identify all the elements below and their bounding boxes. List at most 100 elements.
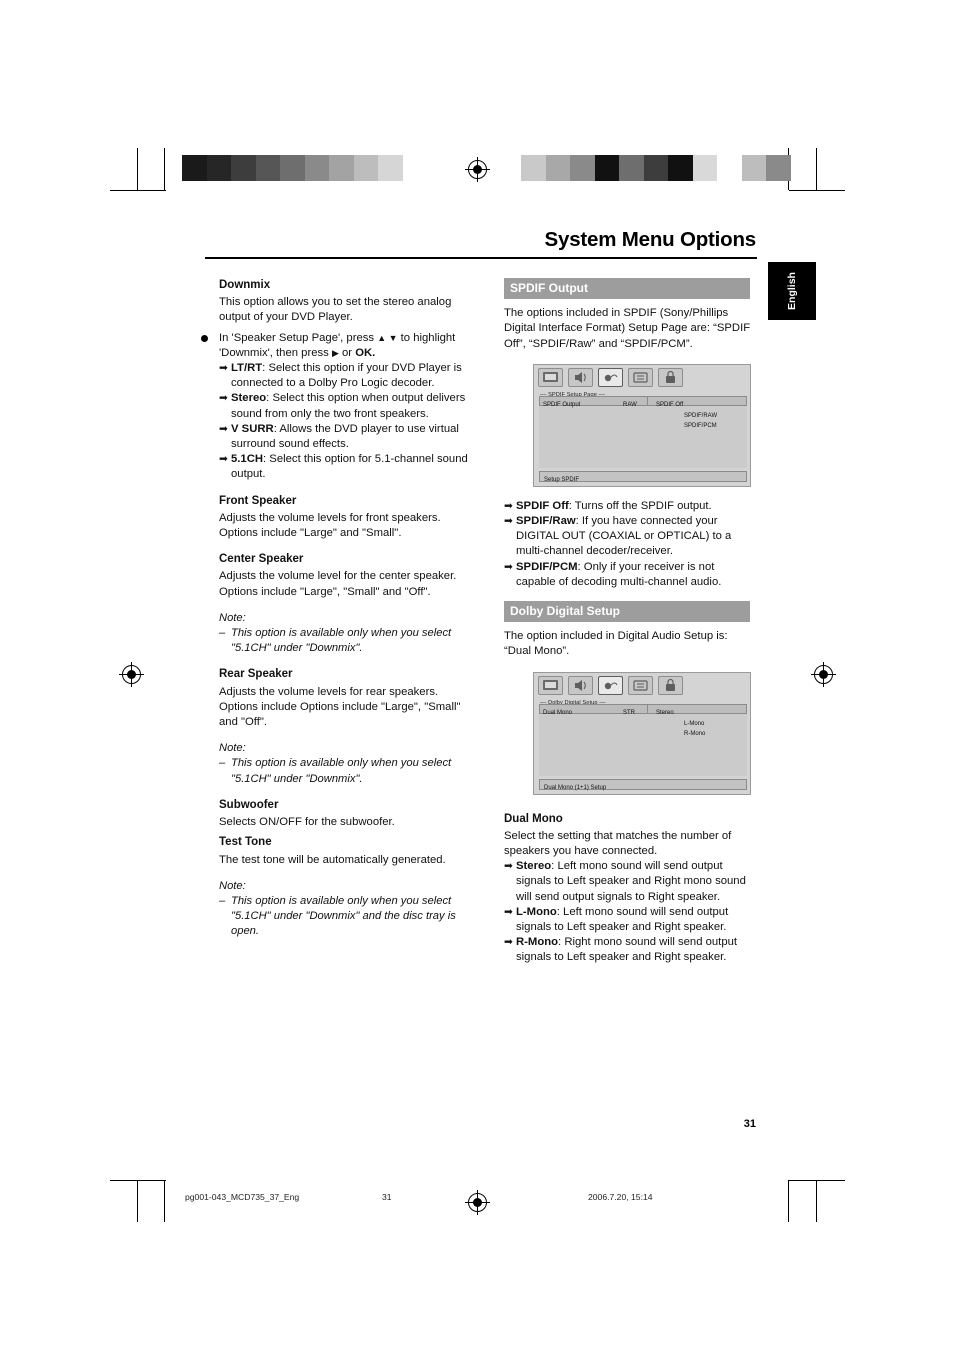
tv-display-icon: [538, 367, 563, 387]
arrow-icon: ➡: [219, 392, 228, 405]
color-swatch: [378, 155, 403, 181]
bullet-dot-icon: [201, 334, 208, 342]
dual-mono-option-stereo-term: Stereo: [516, 860, 552, 873]
note-3-text: – This option is available only when you …: [219, 894, 469, 940]
color-swatch: [570, 155, 595, 181]
dual-mono-option-l-mono: ➡ L-Mono: Left mono sound will send outp…: [504, 905, 756, 935]
downmix-intro: This option allows you to set the stereo…: [219, 296, 452, 324]
color-swatch: [402, 155, 427, 181]
osd-footer-spdif: Setup SPDIF: [539, 470, 747, 483]
color-swatch: [255, 155, 280, 181]
note-2-label: Note:: [219, 742, 246, 755]
note-3-body: This option is available only when you s…: [231, 894, 456, 938]
downmix-option-vsurr: ➡ V SURR: Allows the DVD player to use v…: [219, 422, 469, 452]
registration-mark-right: [811, 662, 836, 687]
section-bar-dolby: Dolby Digital Setup: [504, 601, 750, 623]
note-3-dash: –: [219, 894, 226, 907]
rear-speaker-body: Adjusts the volume levels for rear speak…: [219, 685, 461, 729]
downmix-option-stereo-desc: : Select this option when output deliver…: [231, 392, 466, 420]
subwoofer-body: Selects ON/OFF for the subwoofer.: [219, 816, 395, 829]
heading-center-speaker: Center Speaker: [219, 553, 304, 566]
color-swatch: [545, 155, 570, 181]
dual-mono-body: Select the setting that matches the numb…: [504, 829, 732, 858]
osd-row-value: RAW: [623, 402, 637, 408]
arrow-icon: ➡: [504, 860, 513, 873]
note-1-dash: –: [219, 627, 226, 640]
color-swatch: [643, 155, 668, 181]
heading-subwoofer: Subwoofer: [219, 798, 279, 811]
audio-setup-icon: [598, 675, 623, 695]
spdif-option-raw: ➡ SPDIF/Raw: If you have connected your …: [504, 514, 756, 560]
section-bar-spdif: SPDIF Output: [504, 278, 750, 300]
dual-mono-option-r-mono-term: R-Mono: [516, 936, 559, 949]
dual-mono-option-stereo-desc: : Left mono sound will send output signa…: [516, 860, 746, 903]
downmix-bullet: In 'Speaker Setup Page', press ▲ ▼ to hi…: [201, 331, 469, 361]
footer-page-mark: 31: [382, 1192, 392, 1202]
footer-timestamp: 2006.7.20, 15:14: [588, 1192, 653, 1202]
speaker-setup-icon: [568, 367, 593, 387]
registration-mark-left: [119, 662, 144, 687]
arrow-icon: ➡: [219, 422, 228, 435]
test-tone-body: The test tone will be automatically gene…: [219, 853, 446, 866]
osd-row-selected: Stereo: [656, 709, 674, 716]
color-swatch: [594, 155, 619, 181]
downmix-option-lt-rt-desc: : Select this option if your DVD Player …: [231, 362, 462, 390]
page-number: 31: [743, 1118, 756, 1130]
heading-test-tone: Test Tone: [219, 836, 272, 849]
language-tab-label: English: [786, 272, 798, 310]
arrow-icon: ➡: [504, 499, 513, 512]
crop-mark-top-right-h: [789, 190, 845, 192]
osd-row-spdif-output: SPDIF Output RAW SPDIF Off: [539, 395, 747, 408]
osd-row-dual-mono: Dual Mono STR Stereo: [539, 703, 747, 716]
osd-row-selected: SPDIF Off: [656, 402, 684, 408]
front-speaker-body: Adjusts the volume levels for front spea…: [219, 511, 441, 540]
lock-preferences-icon: [658, 675, 683, 695]
video-setup-icon: [628, 675, 653, 695]
dual-mono-option-r-mono: ➡ R-Mono: Right mono sound will send out…: [504, 935, 756, 965]
crop-mark-bottom-left-v2: [164, 1180, 166, 1222]
osd-screenshot-spdif: –– SPDIF Setup Page –– SPDIF Output RAW …: [533, 363, 751, 487]
color-swatch: [521, 155, 546, 181]
color-swatch: [182, 155, 207, 181]
heading-rear-speaker: Rear Speaker: [219, 668, 293, 681]
crop-mark-bottom-left-v: [137, 1180, 139, 1222]
crop-mark-bottom-right-v: [816, 1180, 818, 1222]
color-swatch: [692, 155, 717, 181]
color-swatch: [231, 155, 256, 181]
downmix-option-stereo: ➡ Stereo: Select this option when output…: [219, 391, 469, 421]
arrow-icon: ➡: [504, 936, 513, 949]
registration-mark-bottom: [465, 1190, 490, 1215]
page-title: System Menu Options: [544, 228, 757, 251]
note-2-text: – This option is available only when you …: [219, 756, 469, 786]
footer-file-name: pg001-043_MCD735_37_Eng: [185, 1192, 300, 1202]
language-tab: English: [768, 262, 816, 320]
spdif-option-pcm: ➡ SPDIF/PCM: Only if your receiver is no…: [504, 560, 756, 590]
osd-row-label: Dual Mono: [543, 709, 573, 716]
osd-body: [539, 713, 747, 776]
heading-front-speaker: Front Speaker: [219, 494, 297, 507]
downmix-option-lt-rt-term: LT/RT: [231, 362, 263, 375]
osd-row-value: STR: [623, 709, 635, 716]
spdif-option-raw-term: SPDIF/Raw: [516, 515, 576, 528]
color-swatch: [206, 155, 231, 181]
osd-screenshot-dolby: –– Dolby Digital Setup –– Dual Mono STR …: [533, 671, 751, 795]
color-swatch: [304, 155, 329, 181]
arrow-icon: ➡: [504, 515, 513, 528]
arrow-icon: ➡: [219, 453, 228, 466]
note-1-body: This option is available only when you s…: [231, 627, 452, 655]
spdif-option-off: ➡ SPDIF Off: Turns off the SPDIF output.: [504, 499, 756, 514]
title-divider: [205, 257, 757, 259]
heading-downmix: Downmix: [219, 279, 271, 291]
osd-option-spdif-pcm: SPDIF/PCM: [684, 422, 717, 429]
spdif-option-off-desc: : Turns off the SPDIF output.: [568, 499, 712, 512]
color-swatch: [668, 155, 693, 181]
speaker-setup-icon: [568, 675, 593, 695]
downmix-option-vsurr-term: V SURR: [231, 422, 274, 435]
crop-mark-top-left-v: [137, 148, 139, 190]
dual-mono-option-stereo: ➡ Stereo: Left mono sound will send outp…: [504, 859, 756, 905]
color-swatch: [619, 155, 644, 181]
note-2-dash: –: [219, 757, 226, 770]
crop-mark-bottom-right-h: [789, 1180, 845, 1182]
crop-mark-bottom-right-v2: [788, 1180, 790, 1222]
spdif-option-pcm-term: SPDIF/PCM: [516, 560, 578, 573]
